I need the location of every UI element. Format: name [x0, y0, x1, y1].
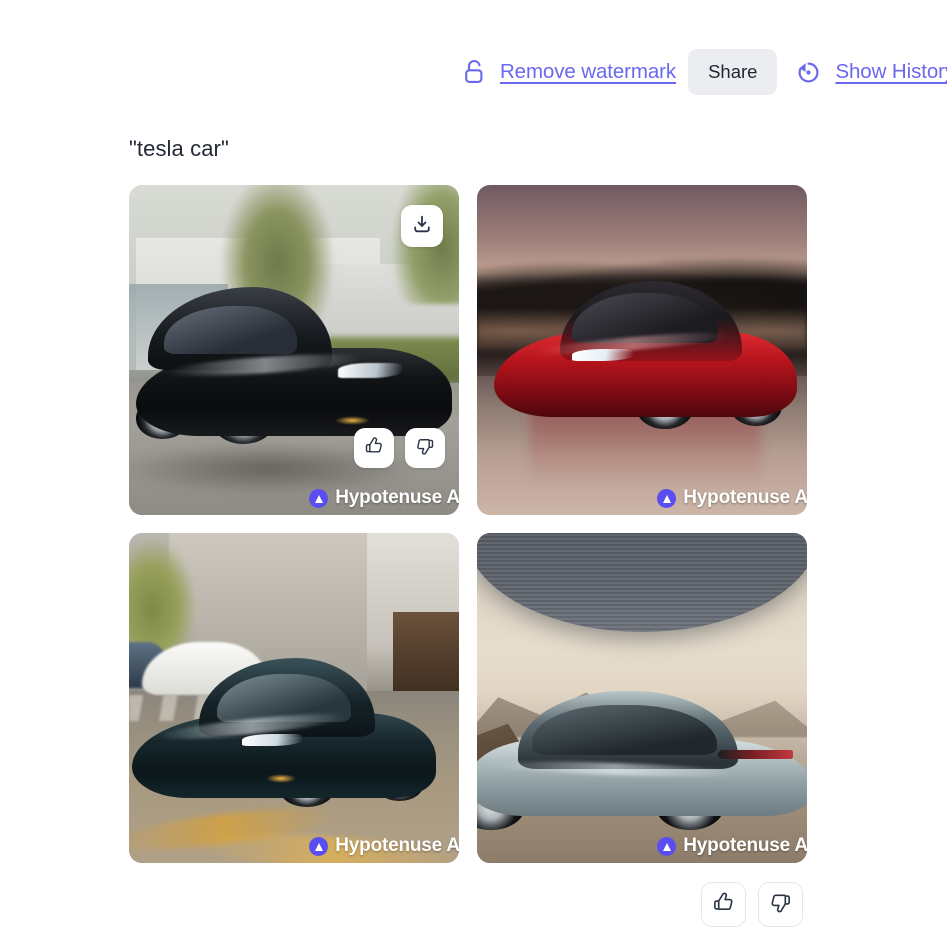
watermark-label: Hypotenuse AI	[683, 487, 807, 508]
watermark: Hypotenuse AI	[309, 835, 459, 857]
thumbs-down-button-overlay[interactable]	[405, 428, 445, 468]
top-toolbar: Remove watermark Share Show History	[0, 48, 947, 96]
thumbs-down-icon	[769, 891, 792, 919]
thumbs-up-icon	[712, 891, 735, 919]
generated-image-card[interactable]: Hypotenuse AI	[477, 533, 807, 863]
watermark-label: Hypotenuse AI	[683, 835, 807, 856]
remove-watermark-label: Remove watermark	[499, 60, 677, 83]
generated-image-card[interactable]: Hypotenuse AI	[129, 533, 459, 863]
generated-image-card[interactable]: Hypotenuse AI	[129, 185, 459, 515]
watermark: Hypotenuse AI	[309, 487, 459, 509]
download-button[interactable]	[401, 205, 443, 247]
image-feedback-overlay	[354, 428, 445, 468]
hypotenuse-logo-icon	[657, 488, 677, 508]
hypotenuse-logo-icon	[309, 836, 329, 856]
thumbs-up-button-overlay[interactable]	[354, 428, 394, 468]
thumbs-up-button[interactable]	[701, 882, 746, 927]
result-feedback-bar	[701, 882, 803, 927]
generated-image-3	[129, 533, 459, 863]
download-icon	[412, 214, 432, 239]
show-history-button[interactable]: Show History	[795, 59, 947, 86]
generated-image-2	[477, 185, 807, 515]
thumbs-down-icon	[415, 436, 435, 461]
thumbs-up-icon	[364, 436, 384, 461]
hypotenuse-logo-icon	[309, 488, 329, 508]
prompt-title: "tesla car"	[129, 136, 229, 161]
watermark: Hypotenuse AI	[657, 487, 807, 509]
hypotenuse-logo-icon	[657, 836, 677, 856]
watermark-label: Hypotenuse AI	[335, 487, 459, 508]
share-button[interactable]: Share	[688, 49, 778, 95]
generated-image-card[interactable]: Hypotenuse AI	[477, 185, 807, 515]
watermark-label: Hypotenuse AI	[335, 835, 459, 856]
generated-images-grid: Hypotenuse AI Hypotenuse AI Hypotenuse A…	[129, 185, 807, 863]
history-revert-icon	[795, 59, 822, 86]
show-history-label: Show History	[835, 60, 947, 83]
thumbs-down-button[interactable]	[758, 882, 803, 927]
watermark: Hypotenuse AI	[657, 835, 807, 857]
remove-watermark-button[interactable]: Remove watermark	[463, 58, 676, 86]
generated-image-4	[477, 533, 807, 863]
unlock-icon	[463, 58, 488, 86]
